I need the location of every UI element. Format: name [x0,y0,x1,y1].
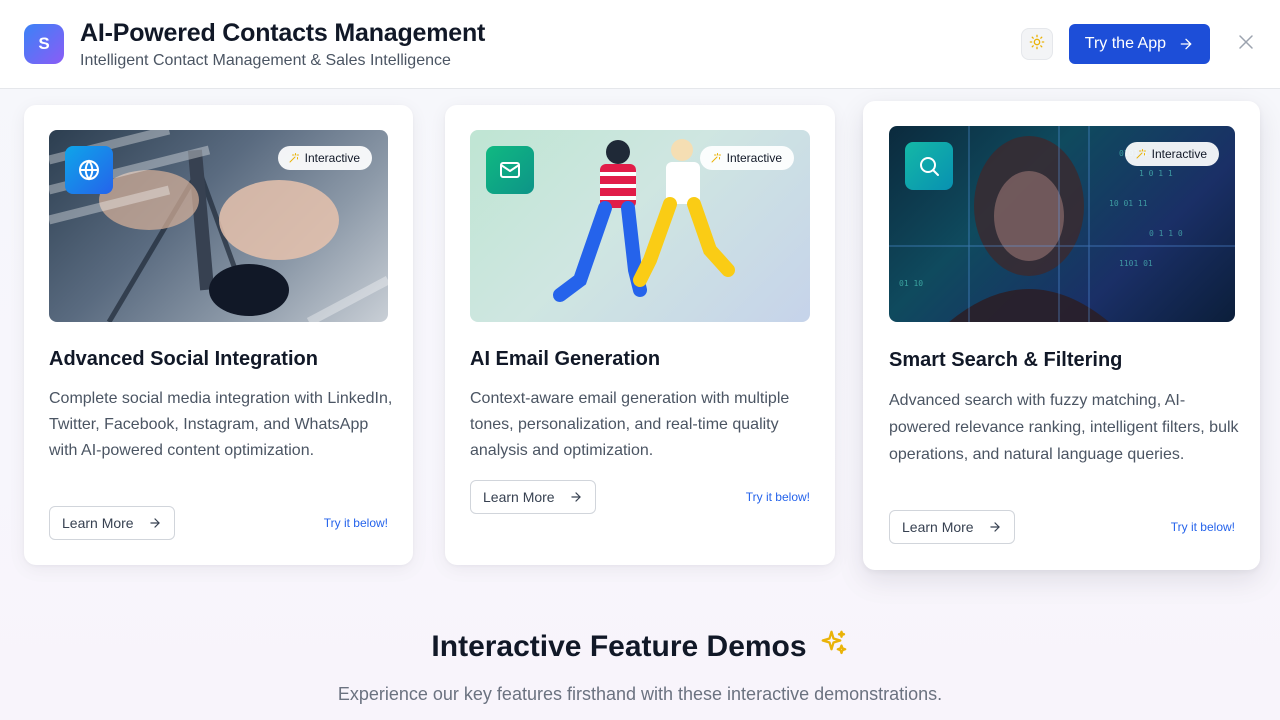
section-title-text: Interactive Feature Demos [431,630,807,663]
arrow-right-icon [148,516,162,530]
card-title: Advanced Social Integration [49,348,318,370]
app-header: S AI-Powered Contacts Management Intelli… [0,0,1280,89]
learn-more-label: Learn More [483,489,555,505]
try-the-app-button[interactable]: Try the App [1068,24,1210,64]
close-icon [1237,33,1255,56]
sun-icon [1029,34,1045,55]
learn-more-label: Learn More [902,519,974,535]
logo-letter: S [38,34,50,53]
interactive-badge-label: Interactive [304,151,360,165]
header-actions: Try the App [1020,24,1256,64]
arrow-right-icon [1178,36,1194,52]
learn-more-label: Learn More [62,515,134,531]
learn-more-button[interactable]: Learn More [889,510,1015,544]
section-title: Interactive Feature Demos [0,628,1280,666]
globe-icon [65,146,113,194]
svg-text:10 01 11: 10 01 11 [1109,199,1148,208]
interactive-badge: Interactive [277,146,372,170]
feature-card-search: 0101 11011 0 1 1 10 01 110 1 1 0 1101 01… [863,101,1260,570]
search-icon [905,142,953,190]
card-title: Smart Search & Filtering [889,349,1123,371]
close-button[interactable] [1236,34,1256,54]
try-the-app-label: Try the App [1084,35,1166,52]
interactive-badge: Interactive [699,146,794,170]
svg-text:1101 01: 1101 01 [1119,259,1153,268]
feature-image-email: Interactive [470,130,810,322]
theme-toggle-button[interactable] [1020,28,1053,60]
svg-text:0 1 1 0: 0 1 1 0 [1149,229,1183,238]
feature-card-email: Interactive AI Email Generation Context-… [445,105,835,565]
page-title: AI-Powered Contacts Management [80,18,486,47]
learn-more-button[interactable]: Learn More [49,506,175,540]
sparkles-icon [807,628,849,666]
try-it-below-link[interactable]: Try it below! [746,490,810,504]
card-title: AI Email Generation [470,348,661,370]
header-titles: AI-Powered Contacts Management Intellige… [80,19,485,70]
app-logo: S [24,24,64,64]
try-it-below-link[interactable]: Try it below! [1171,520,1235,534]
arrow-right-icon [988,520,1002,534]
feature-image-social: Interactive [49,130,388,322]
svg-text:01 10: 01 10 [899,279,923,288]
interactive-badge: Interactive [1124,142,1219,166]
feature-card-social: Interactive Advanced Social Integration … [24,105,413,565]
card-description: Context-aware email generation with mult… [470,390,790,459]
mail-icon [486,146,534,194]
interactive-badge-label: Interactive [726,151,782,165]
page-subtitle: Intelligent Contact Management & Sales I… [80,51,451,69]
interactive-badge-label: Interactive [1151,147,1207,161]
card-description: Advanced search with fuzzy matching, AI-… [889,392,1239,463]
section-subtitle: Experience our key features firsthand wi… [337,684,943,704]
feature-image-search: 0101 11011 0 1 1 10 01 110 1 1 0 1101 01… [889,126,1235,322]
learn-more-button[interactable]: Learn More [470,480,596,514]
svg-text:1 0 1 1: 1 0 1 1 [1139,169,1173,178]
arrow-right-icon [569,490,583,504]
card-description: Complete social media integration with L… [49,390,393,459]
try-it-below-link[interactable]: Try it below! [324,516,388,530]
